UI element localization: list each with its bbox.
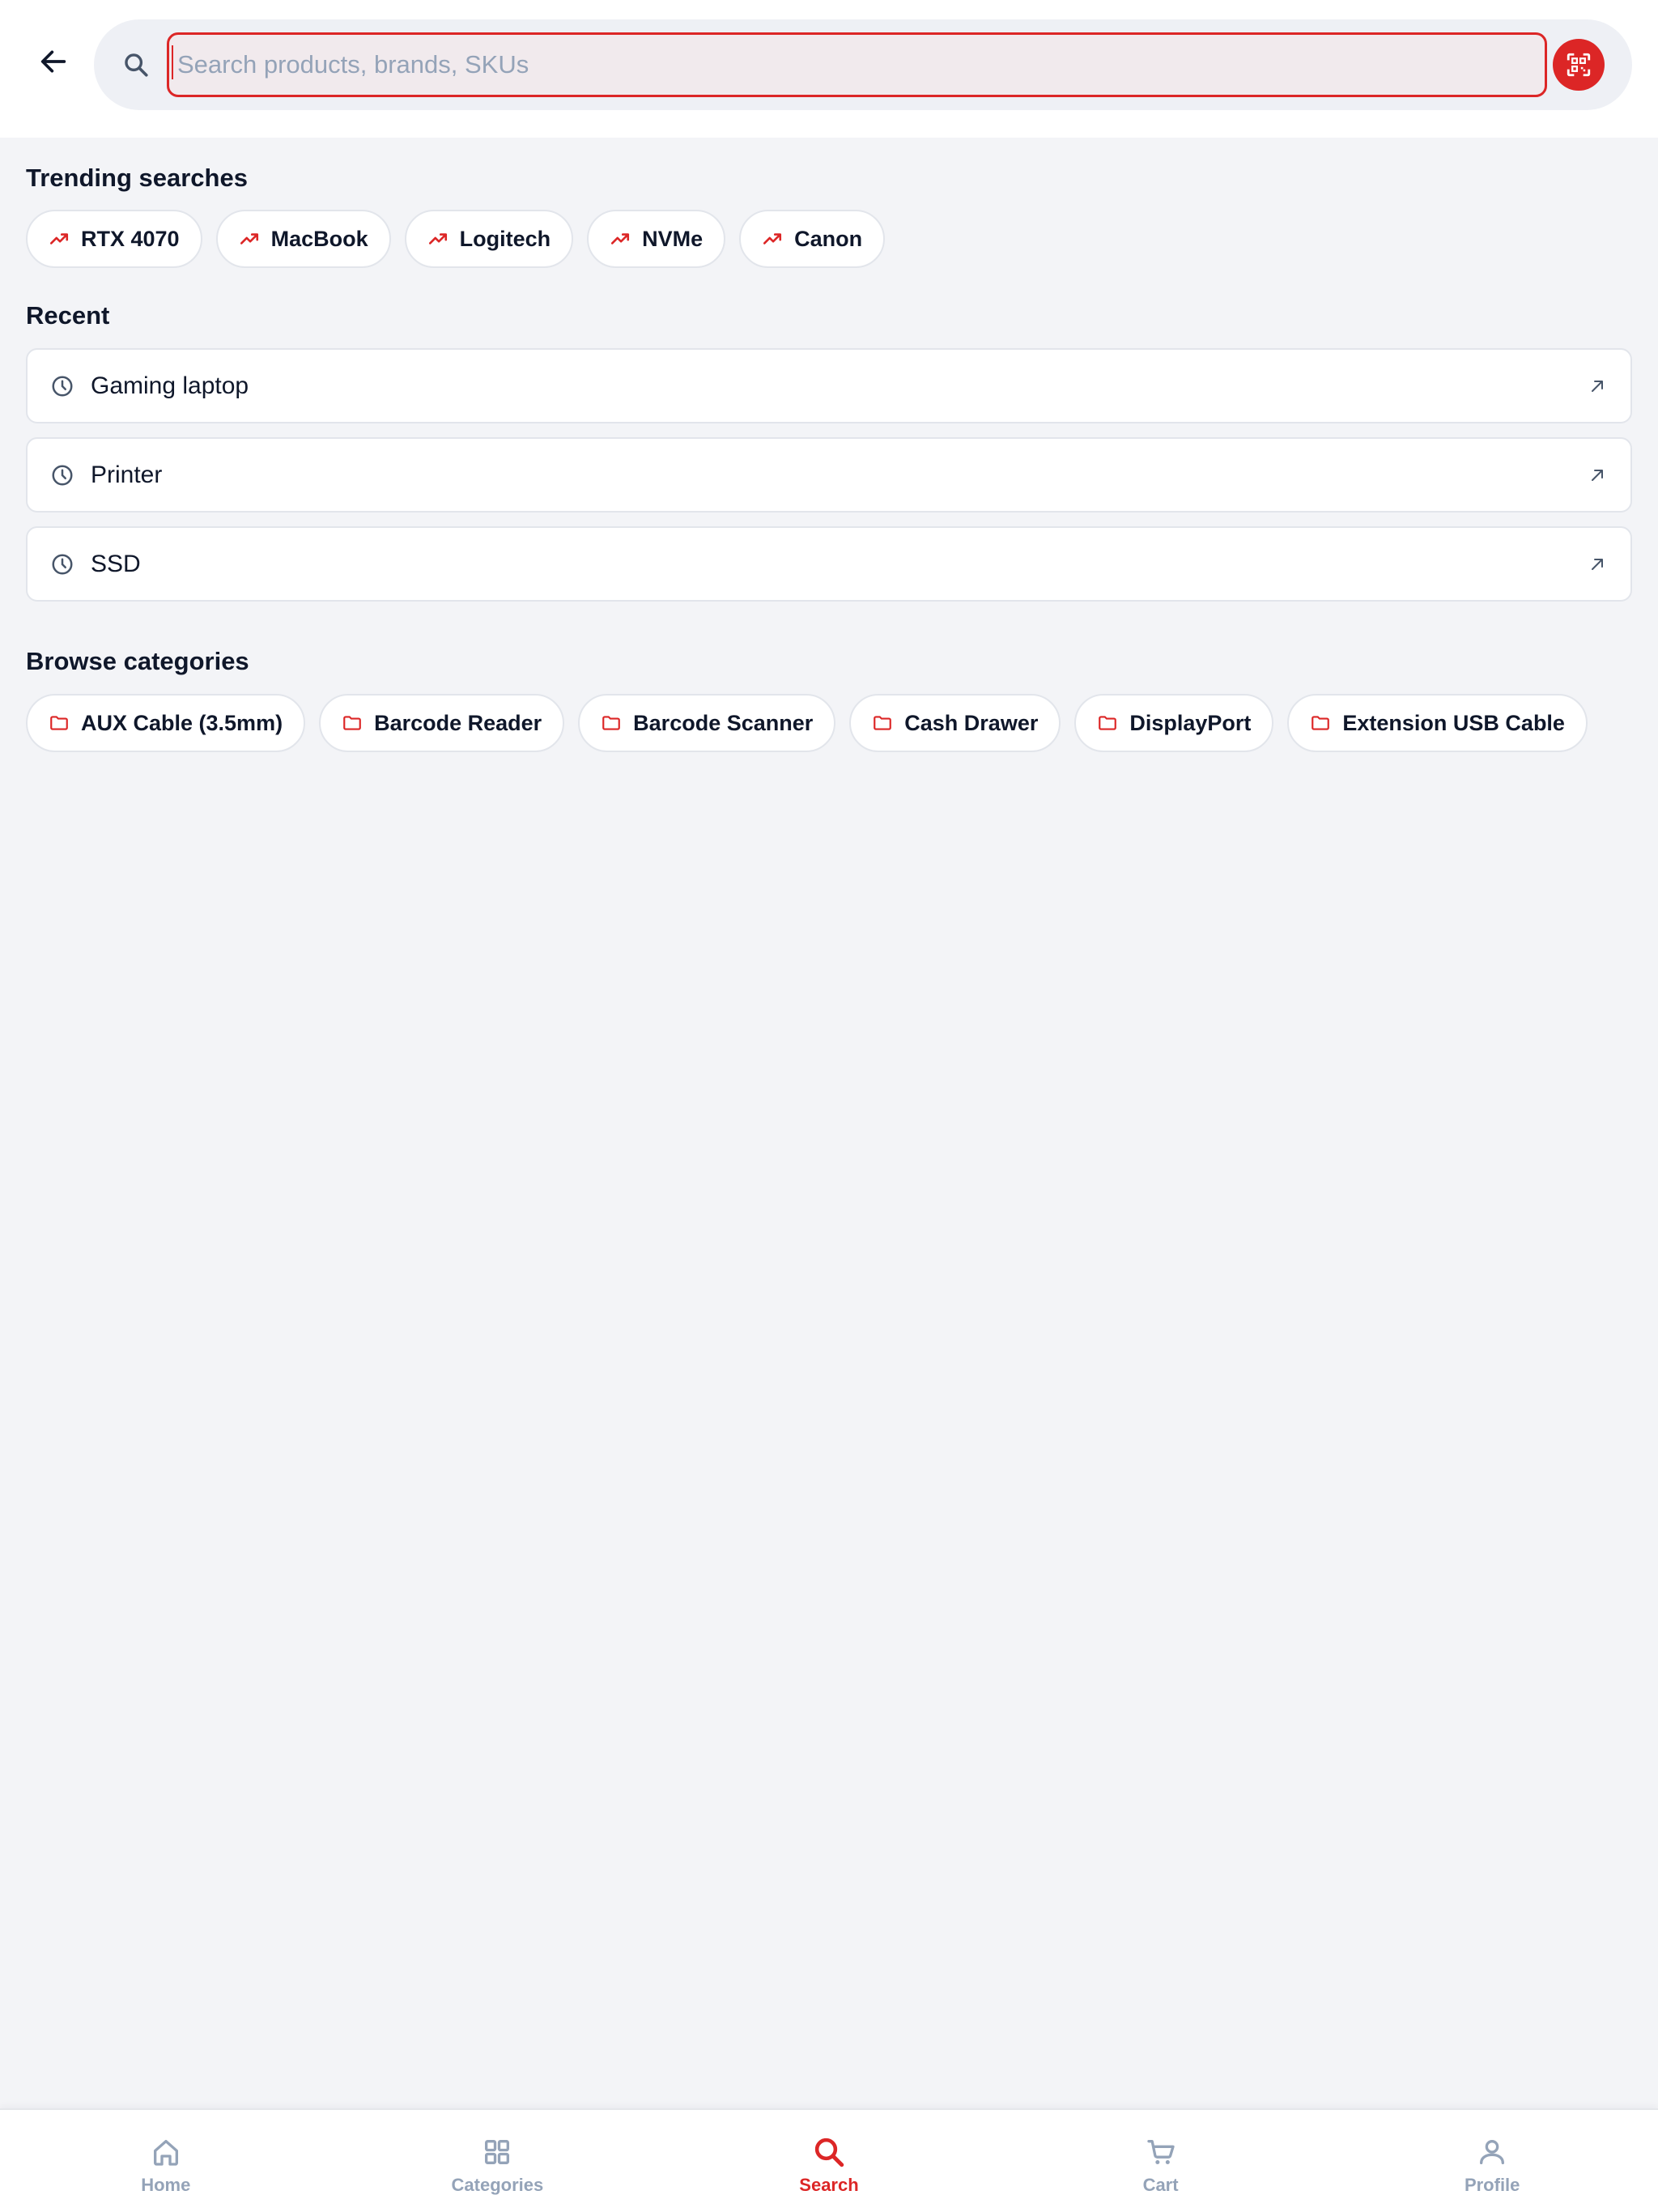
arrow-left-icon [40,50,66,73]
trending-chips: RTX 4070 MacBook Logitech NVMe Canon [26,210,886,268]
user-icon [1474,2134,1510,2170]
nav-label: Cart [1142,2175,1179,2195]
arrow-up-left-icon[interactable] [1587,376,1608,397]
trending-chip[interactable]: Logitech [404,210,574,268]
folder-icon [601,713,622,734]
trending-chip[interactable]: Canon [739,210,886,268]
category-chip[interactable]: Barcode Reader [319,694,565,752]
category-chip[interactable]: DisplayPort [1074,694,1274,752]
trending-up-icon [49,228,70,249]
category-chip[interactable]: Cash Drawer [849,694,1061,752]
folder-icon [49,713,70,734]
text-cursor [172,45,173,79]
recent-title: Recent [26,301,110,330]
trending-up-icon [239,228,260,249]
nav-search[interactable]: Search [663,2110,995,2212]
trending-chip-label: Logitech [459,226,551,251]
back-button[interactable] [29,37,78,86]
trending-chip-label: NVMe [642,226,704,251]
trending-chip-label: Canon [794,226,863,251]
trending-chip-label: MacBook [270,226,368,251]
nav-label: Categories [451,2175,544,2195]
trending-up-icon [610,228,631,249]
category-chip-label: Barcode Scanner [633,710,814,735]
nav-label: Home [141,2175,191,2195]
nav-profile[interactable]: Profile [1326,2110,1658,2212]
trending-chip[interactable]: NVMe [587,210,726,268]
nav-cart[interactable]: Cart [995,2110,1327,2212]
home-icon [148,2134,184,2170]
cart-icon [1143,2134,1179,2170]
nav-home[interactable]: Home [0,2110,332,2212]
folder-icon [872,713,893,734]
search-input[interactable] [167,32,1547,97]
trending-up-icon [762,228,783,249]
qr-scan-icon [1567,53,1591,77]
category-chip[interactable]: Barcode Scanner [578,694,836,752]
trending-chip[interactable]: MacBook [215,210,391,268]
scan-button[interactable] [1553,39,1605,91]
recent-item-label: SSD [91,550,141,577]
nav-categories[interactable]: Categories [332,2110,664,2212]
categories-title: Browse categories [26,647,249,675]
clock-icon [50,552,74,576]
recent-item[interactable]: Gaming laptop [26,348,1632,423]
recent-item[interactable]: Printer [26,437,1632,513]
folder-icon [1310,713,1331,734]
category-chip[interactable]: AUX Cable (3.5mm) [26,694,306,752]
folder-icon [342,713,363,734]
trending-chip-label: RTX 4070 [81,226,180,251]
search-icon [118,47,154,83]
arrow-up-left-icon[interactable] [1587,554,1608,575]
category-chip-label: Barcode Reader [374,710,542,735]
recent-list: Gaming laptop Printer SSD [26,348,1632,615]
search-screen: Trending searches RTX 4070 MacBook Logit… [0,0,1658,2212]
category-chips: AUX Cable (3.5mm) Barcode Reader Barcode… [26,694,1588,752]
category-chip[interactable]: Extension USB Cable [1287,694,1588,752]
category-chip-label: AUX Cable (3.5mm) [81,710,283,735]
arrow-up-left-icon[interactable] [1587,465,1608,486]
category-chip-label: DisplayPort [1129,710,1252,735]
category-chip-label: Extension USB Cable [1342,710,1565,735]
clock-icon [50,463,74,487]
nav-label: Profile [1464,2175,1520,2195]
clock-icon [50,374,74,398]
category-chip-label: Cash Drawer [904,710,1039,735]
recent-item-label: Printer [91,461,163,488]
recent-item-label: Gaming laptop [91,372,249,399]
grid-icon [479,2134,515,2170]
trending-chip[interactable]: RTX 4070 [26,210,202,268]
trending-title: Trending searches [26,164,248,192]
recent-item[interactable]: SSD [26,526,1632,602]
header [0,0,1658,138]
trending-up-icon [427,228,449,249]
folder-icon [1097,713,1118,734]
search-bar [94,19,1632,110]
nav-label: Search [799,2175,859,2195]
bottom-nav: Home Categories Search Cart Profile [0,2108,1658,2212]
search-icon [811,2134,847,2170]
